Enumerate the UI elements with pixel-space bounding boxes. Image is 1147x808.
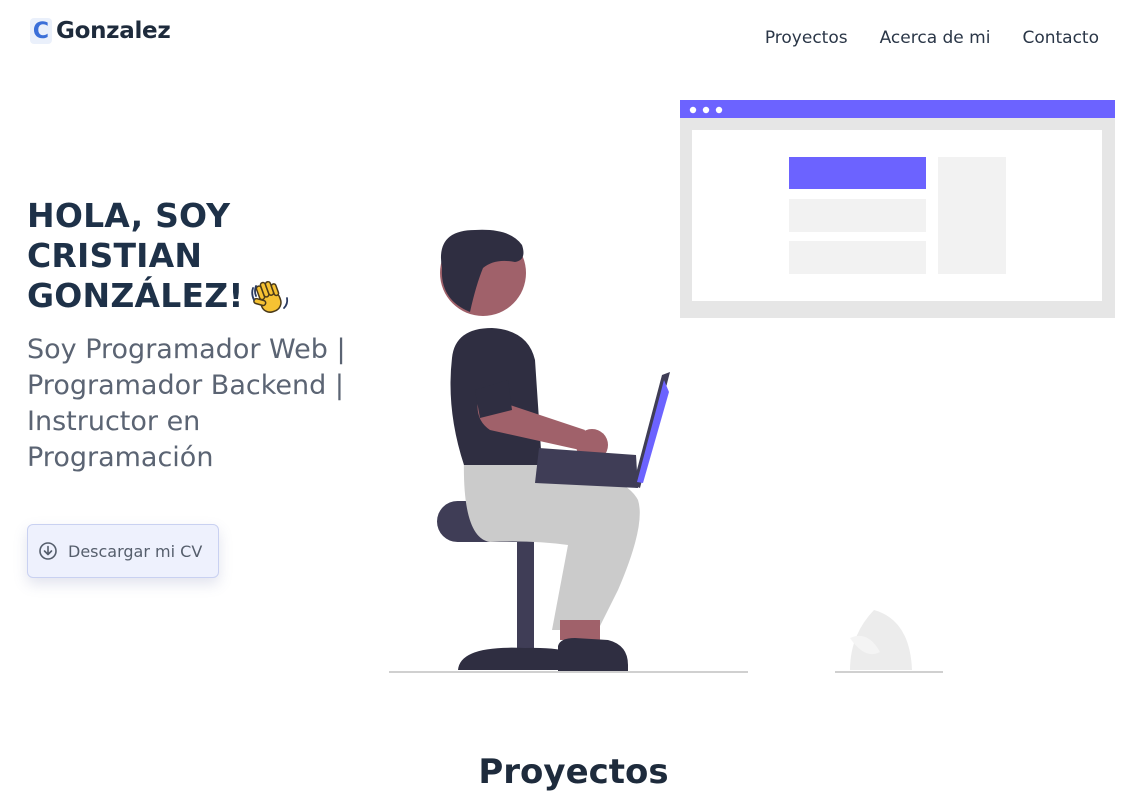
person-graphic — [440, 229, 670, 671]
projects-section-title: Proyectos — [478, 752, 669, 792]
hero-title-line-3-wrap: GONZÁLEZ! — [27, 276, 367, 318]
plant-graphic — [850, 610, 912, 670]
hero-title-line-3: GONZÁLEZ! — [27, 276, 244, 315]
nav-link-contacto[interactable]: Contacto — [1022, 28, 1099, 48]
download-cv-label: Descargar mi CV — [68, 541, 203, 561]
hero-illustration — [389, 100, 1115, 673]
main-nav: Proyectos Acerca de mi Contacto — [765, 28, 1099, 48]
logo[interactable]: C Gonzalez — [30, 18, 171, 44]
download-circle-icon — [39, 542, 57, 560]
logo-mark: C — [30, 18, 52, 44]
browser-window-graphic — [680, 100, 1115, 318]
download-cv-button[interactable]: Descargar mi CV — [27, 524, 219, 578]
hero-title-line-1: HOLA, SOY — [27, 196, 231, 235]
waving-hand-icon — [250, 280, 288, 313]
hero-title: HOLA, SOY CRISTIAN GONZÁLEZ! — [27, 196, 367, 318]
hero-title-line-2: CRISTIAN — [27, 236, 203, 275]
logo-text: Gonzalez — [56, 18, 171, 44]
nav-link-proyectos[interactable]: Proyectos — [765, 28, 848, 48]
nav-link-acerca[interactable]: Acerca de mi — [880, 28, 991, 48]
hero-subtitle: Soy Programador Web | Programador Backen… — [27, 334, 346, 473]
